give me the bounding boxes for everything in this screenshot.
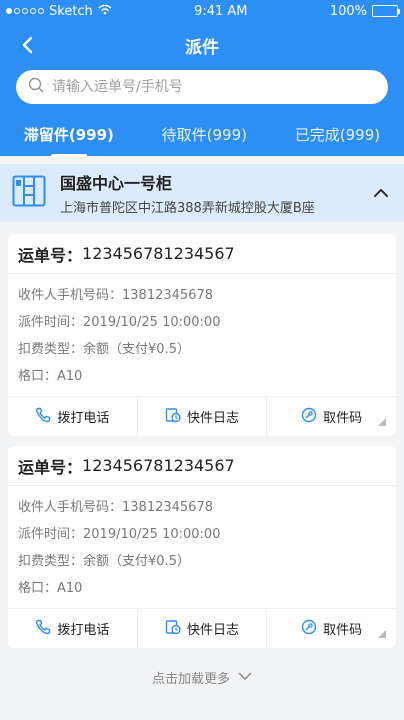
call-button-label: 拨打电话 — [57, 623, 110, 638]
status-time: 9:41 AM — [194, 3, 248, 19]
waybill-row: 运单号： 123456781234567 — [8, 446, 396, 486]
detail-label: 格口： — [18, 581, 58, 596]
app-header: Sketch 9:41 AM 100% 派件 滞留件(999) 待取件(999)… — [0, 0, 404, 157]
clock-log-icon — [165, 619, 181, 639]
parcel-log-label: 快件日志 — [187, 623, 240, 638]
detail-row: 收件人手机号码：13812345678 — [18, 282, 386, 309]
parcel-card: 运单号： 123456781234567 收件人手机号码：13812345678… — [8, 446, 396, 648]
wifi-icon — [98, 4, 112, 19]
detail-label: 扣费类型： — [18, 342, 84, 357]
parcel-log-button[interactable]: 快件日志 — [138, 397, 268, 436]
cabinet-icon — [12, 175, 46, 211]
waybill-number: 123456781234567 — [82, 456, 235, 475]
detail-row: 格口：A10 — [18, 575, 386, 602]
tab-pending-pickup[interactable]: 待取件(999) — [162, 118, 247, 151]
search-input[interactable] — [52, 79, 388, 95]
waybill-label: 运单号： — [18, 457, 83, 477]
corner-triangle-icon — [378, 418, 387, 426]
status-bar: Sketch 9:41 AM 100% — [0, 0, 404, 22]
chevron-up-icon[interactable] — [370, 182, 392, 204]
detail-label: 收件人手机号码： — [18, 288, 123, 303]
detail-label: 格口： — [18, 369, 58, 384]
detail-value: 13812345678 — [122, 500, 213, 515]
phone-icon — [35, 407, 51, 427]
detail-label: 扣费类型： — [18, 554, 84, 569]
phone-icon — [35, 619, 51, 639]
corner-triangle-icon — [378, 630, 387, 638]
detail-label: 派件时间： — [18, 315, 84, 330]
detail-row: 格口：A10 — [18, 363, 386, 390]
detail-value: A10 — [57, 581, 83, 596]
parcel-details: 收件人手机号码：13812345678 派件时间：2019/10/25 10:0… — [8, 486, 396, 604]
pickup-code-button[interactable]: 取件码 — [267, 609, 396, 648]
nav-bar: 派件 — [0, 22, 404, 68]
call-button[interactable]: 拨打电话 — [8, 397, 138, 436]
detail-row: 收件人手机号码：13812345678 — [18, 494, 386, 521]
card-actions: 拨打电话 快件日志 取件码 — [8, 396, 396, 436]
detail-row: 派件时间：2019/10/25 10:00:00 — [18, 521, 386, 548]
battery-icon — [371, 5, 400, 17]
detail-value: 余额（支付¥0.5） — [83, 554, 190, 569]
detail-value: 2019/10/25 10:00:00 — [83, 527, 221, 542]
tab-completed[interactable]: 已完成(999) — [295, 118, 380, 151]
waybill-number: 123456781234567 — [82, 244, 235, 263]
carrier-name: Sketch — [49, 3, 93, 19]
tab-stranded[interactable]: 滞留件(999) — [24, 118, 114, 157]
clock-log-icon — [165, 407, 181, 427]
key-circle-icon — [301, 407, 317, 427]
detail-value: 2019/10/25 10:00:00 — [83, 315, 221, 330]
chevron-down-icon — [238, 670, 252, 685]
parcel-card: 运单号： 123456781234567 收件人手机号码：13812345678… — [8, 234, 396, 436]
card-actions: 拨打电话 快件日志 取件码 — [8, 608, 396, 648]
detail-value: 13812345678 — [122, 288, 213, 303]
search-icon — [28, 77, 44, 97]
load-more-button[interactable]: 点击加载更多 — [0, 668, 404, 687]
page-title: 派件 — [185, 37, 219, 58]
battery-percent: 100% — [329, 3, 367, 19]
detail-row: 派件时间：2019/10/25 10:00:00 — [18, 309, 386, 336]
parcel-log-button[interactable]: 快件日志 — [138, 609, 268, 648]
parcel-log-label: 快件日志 — [187, 411, 240, 426]
detail-label: 收件人手机号码： — [18, 500, 123, 515]
load-more-label: 点击加载更多 — [151, 672, 230, 687]
detail-value: 余额（支付¥0.5） — [83, 342, 190, 357]
pickup-code-label: 取件码 — [323, 411, 363, 426]
search-bar[interactable] — [16, 70, 388, 104]
call-button-label: 拨打电话 — [57, 411, 110, 426]
back-icon[interactable] — [14, 32, 40, 58]
detail-row: 扣费类型：余额（支付¥0.5） — [18, 336, 386, 363]
waybill-label: 运单号： — [18, 245, 83, 265]
cabinet-header[interactable]: 国盛中心一号柜 上海市普陀区中江路388弄新城控股大厦B座 — [0, 164, 404, 222]
detail-label: 派件时间： — [18, 527, 84, 542]
detail-row: 扣费类型：余额（支付¥0.5） — [18, 548, 386, 575]
waybill-row: 运单号： 123456781234567 — [8, 234, 396, 274]
key-circle-icon — [301, 619, 317, 639]
call-button[interactable]: 拨打电话 — [8, 609, 138, 648]
cabinet-address: 上海市普陀区中江路388弄新城控股大厦B座 — [60, 201, 315, 216]
signal-icon — [6, 8, 44, 14]
tab-bar: 滞留件(999) 待取件(999) 已完成(999) — [0, 112, 404, 157]
parcel-details: 收件人手机号码：13812345678 派件时间：2019/10/25 10:0… — [8, 274, 396, 392]
pickup-code-button[interactable]: 取件码 — [267, 397, 396, 436]
cabinet-name: 国盛中心一号柜 — [60, 174, 173, 193]
pickup-code-label: 取件码 — [323, 623, 363, 638]
detail-value: A10 — [57, 369, 83, 384]
